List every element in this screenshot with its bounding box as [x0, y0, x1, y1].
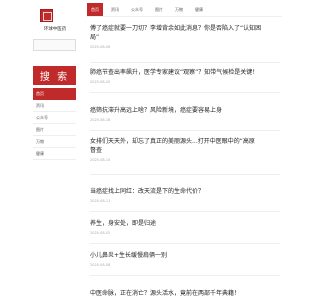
- list-item[interactable]: 养生，身安处，即是归途 2025-08-02: [90, 219, 280, 244]
- article-title-continued[interactable]: 局”: [90, 33, 280, 42]
- article-title[interactable]: 女排们天天外，却忘了真正的美丽源头...打开中医眼中的“高原: [90, 137, 280, 146]
- article-date: 2025-08-08: [90, 263, 111, 267]
- divider: [90, 174, 280, 175]
- list-item[interactable]: 傅了癌症就要一刀切？李增背余如此消息？你是否陷入了“认知困 局” 2025-08…: [90, 24, 280, 63]
- top-nav: 首页 资讯 公众号 图片 万物 健康: [87, 3, 282, 17]
- tab-news[interactable]: 资讯: [107, 3, 123, 16]
- article-date: 2025-08-18: [90, 118, 111, 122]
- divider: [90, 130, 280, 131]
- list-item[interactable]: 癌筛抗滞升高远上啥？风险新境，癌症要容易上身 2025-08-18: [90, 106, 280, 131]
- list-item[interactable]: 肺癌节查出率飙升，医学专家建议“观察”？知带气候检是关键！ 2025-08-20: [90, 68, 280, 93]
- sidebar-item-official-account[interactable]: 公众号: [33, 112, 76, 124]
- sidebar-item-home[interactable]: 首页: [33, 88, 76, 100]
- list-item[interactable]: 小儿鼻炎+生长缓慢肩俩一别 2025-08-08: [90, 251, 280, 276]
- article-title[interactable]: 当癌症找上同红：改天流是下的生命代价？: [90, 187, 280, 196]
- sidebar-item-everything[interactable]: 万物: [33, 136, 76, 148]
- divider: [90, 92, 280, 93]
- list-item[interactable]: 中医命脉，正在消亡？源头活水，竟前在两部千年典籍！: [90, 289, 280, 298]
- article-title[interactable]: 中医命脉，正在消亡？源头活水，竟前在两部千年典籍！: [90, 289, 280, 298]
- sidebar-item-news[interactable]: 资讯: [33, 100, 76, 112]
- divider: [90, 243, 280, 244]
- article-date: 2025-08-15: [90, 158, 111, 162]
- divider: [90, 211, 280, 212]
- article-title[interactable]: 癌筛抗滞升高远上啥？风险新境，癌症要容易上身: [90, 106, 280, 115]
- sidebar-nav: 首页 资讯 公众号 图片 万物 健康: [33, 88, 76, 160]
- search-input[interactable]: [33, 39, 76, 51]
- article-date: 2025-08-20: [90, 80, 111, 84]
- sidebar-item-images[interactable]: 图片: [33, 124, 76, 136]
- sidebar: 环球中医药 搜 索 首页 资讯 公众号 图片 万物 健康: [28, 0, 81, 300]
- tab-images[interactable]: 图片: [151, 3, 167, 16]
- list-item[interactable]: 当癌症找上同红：改天流是下的生命代价？ 2025-08-11: [90, 187, 280, 212]
- logo-seal-icon[interactable]: [40, 9, 53, 22]
- tab-home[interactable]: 首页: [87, 3, 103, 16]
- article-date: 2025-08-06: [90, 45, 111, 49]
- search-button[interactable]: 搜 索: [33, 66, 76, 85]
- article-title[interactable]: 肺癌节查出率飙升，医学专家建议“观察”？知带气候检是关键！: [90, 68, 280, 77]
- article-date: 2025-08-11: [90, 199, 111, 203]
- tab-everything[interactable]: 万物: [171, 3, 187, 16]
- article-title[interactable]: 养生，身安处，即是归途: [90, 219, 280, 228]
- article-title[interactable]: 小儿鼻炎+生长缓慢肩俩一别: [90, 251, 280, 260]
- article-title[interactable]: 傅了癌症就要一刀切？李增背余如此消息？你是否陷入了“认知困: [90, 24, 280, 33]
- article-title-continued[interactable]: 督查: [90, 146, 280, 155]
- tab-official-account[interactable]: 公众号: [127, 3, 147, 16]
- divider: [90, 62, 280, 63]
- sidebar-item-health[interactable]: 健康: [33, 148, 76, 160]
- article-date: 2025-08-02: [90, 231, 111, 235]
- divider: [90, 275, 280, 276]
- site-logo-text: 环球中医药: [43, 27, 67, 32]
- tab-health[interactable]: 健康: [191, 3, 207, 16]
- list-item[interactable]: 女排们天天外，却忘了真正的美丽源头...打开中医眼中的“高原 督查 2025-0…: [90, 137, 280, 175]
